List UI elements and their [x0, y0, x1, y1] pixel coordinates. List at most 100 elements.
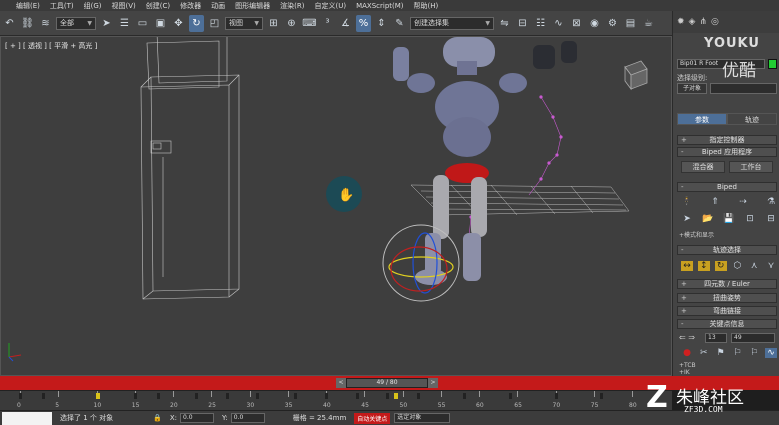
key-tool-4-icon[interactable]: ⚐: [731, 348, 743, 358]
link-icon[interactable]: ⛓: [20, 15, 35, 32]
select-object-icon[interactable]: ➤: [99, 15, 114, 32]
animation-key[interactable]: [294, 393, 298, 399]
mixer-button[interactable]: 混合器: [681, 161, 725, 173]
menu-animation[interactable]: 动画: [211, 1, 225, 11]
animation-key[interactable]: [225, 393, 229, 399]
menu-views[interactable]: 视图(V): [112, 1, 136, 11]
mode-display-toggle[interactable]: +模式和显示: [679, 230, 714, 239]
sub-object-select[interactable]: [710, 83, 777, 94]
snap-icon[interactable]: ³: [320, 15, 335, 32]
menu-edit[interactable]: 编辑(E): [16, 1, 40, 11]
menu-help[interactable]: 帮助(H): [414, 1, 439, 11]
opposite-icon[interactable]: ⋎: [765, 261, 777, 271]
animation-key[interactable]: [416, 393, 420, 399]
motion-tab-icon[interactable]: ◎: [711, 17, 719, 27]
motion-flow-icon[interactable]: ⇢: [737, 197, 749, 207]
animation-key[interactable]: [194, 393, 198, 399]
red-dot-icon[interactable]: ●: [681, 348, 693, 358]
quaternion-euler-rollout[interactable]: + 四元数 / Euler: [677, 279, 777, 289]
menu-tools[interactable]: 工具(T): [50, 1, 74, 11]
render-frame-icon[interactable]: ▤: [623, 15, 638, 32]
x-coord-field[interactable]: 0.0: [180, 413, 215, 423]
animation-key[interactable]: [600, 393, 604, 399]
animation-key[interactable]: [355, 393, 359, 399]
animation-key[interactable]: [554, 393, 558, 399]
named-selection-select[interactable]: 创建选择集 ▼: [410, 16, 494, 30]
parameters-tab[interactable]: 参数: [677, 113, 727, 125]
render-setup-icon[interactable]: ⚙: [605, 15, 620, 32]
percent-snap-icon[interactable]: %: [356, 14, 371, 32]
symmetrical-icon[interactable]: ⋏: [748, 261, 760, 271]
object-color-swatch[interactable]: [768, 59, 777, 69]
material-editor-icon[interactable]: ◉: [587, 15, 602, 32]
menu-rendering[interactable]: 渲染(R): [280, 1, 304, 11]
key-tool-2-icon[interactable]: ✂: [698, 348, 710, 358]
spinner-snap-icon[interactable]: ⇕: [374, 15, 389, 32]
animation-key[interactable]: [133, 393, 137, 399]
animation-key[interactable]: [386, 393, 390, 399]
y-coord-field[interactable]: 0.0: [230, 413, 265, 423]
body-horizontal-icon[interactable]: ↔: [681, 261, 693, 271]
rect-selection-icon[interactable]: ▭: [135, 15, 150, 32]
load-fig-icon[interactable]: ⊡: [744, 214, 756, 224]
animation-key[interactable]: [41, 393, 45, 399]
key-info-rollout[interactable]: - 关键点信息: [677, 319, 777, 329]
align-icon[interactable]: ⊟: [515, 15, 530, 32]
figure-mode-icon[interactable]: 🕴: [681, 197, 693, 207]
trajectories-tab[interactable]: 轨迹: [727, 113, 777, 125]
edit-named-selection-icon[interactable]: ✎: [392, 15, 407, 32]
menu-graph-editors[interactable]: 图形编辑器: [235, 1, 270, 11]
lock-com-icon[interactable]: ⬡: [731, 261, 743, 271]
maxscript-listener-mini[interactable]: [2, 411, 52, 425]
animation-key[interactable]: [393, 393, 398, 399]
bend-links-rollout[interactable]: + 弯曲链接: [677, 306, 777, 316]
save-file-icon[interactable]: 💾: [723, 214, 735, 224]
animation-key[interactable]: [19, 393, 22, 399]
tcb-toggle[interactable]: +TCB: [679, 362, 696, 369]
rotate-icon[interactable]: ↻: [189, 14, 204, 32]
animation-key[interactable]: [325, 393, 328, 399]
time-slider[interactable]: 49 / 80: [346, 378, 428, 388]
bind-spacewarp-icon[interactable]: ≋: [38, 15, 53, 32]
schematic-view-icon[interactable]: ⊠: [569, 15, 584, 32]
move-icon[interactable]: ✥: [171, 15, 186, 32]
keyboard-shortcut-icon[interactable]: ⌨: [302, 15, 317, 32]
hierarchy-tab-icon[interactable]: ⋔: [699, 17, 707, 27]
mirror-icon[interactable]: ⇋: [497, 15, 512, 32]
menu-modifiers[interactable]: 修改器: [180, 1, 201, 11]
save-fig-icon[interactable]: ⊟: [765, 214, 777, 224]
curve-editor-icon[interactable]: ∿: [551, 15, 566, 32]
window-crossing-icon[interactable]: ▣: [153, 15, 168, 32]
undo-icon[interactable]: ↶: [2, 15, 17, 32]
biped-apps-rollout[interactable]: - Biped 应用程序: [677, 147, 777, 157]
menu-customize[interactable]: 自定义(U): [314, 1, 346, 11]
twist-pose-rollout[interactable]: + 扭曲姿势: [677, 293, 777, 303]
select-manipulate-icon[interactable]: ⊕: [284, 15, 299, 32]
set-key-filter-select[interactable]: 选定对象: [394, 413, 451, 423]
render-production-icon[interactable]: ☕: [641, 15, 656, 32]
menu-group[interactable]: 组(G): [84, 1, 102, 11]
next-frame-icon[interactable]: >: [428, 378, 438, 388]
key-frame-field[interactable]: 49: [731, 333, 775, 343]
animation-key[interactable]: [95, 393, 100, 399]
key-tool-3-icon[interactable]: ⚑: [715, 348, 727, 358]
trajectory-icon[interactable]: ∿: [764, 348, 777, 358]
menu-maxscript[interactable]: MAXScript(M): [356, 2, 403, 10]
animation-key[interactable]: [156, 393, 160, 399]
workbench-button[interactable]: 工作台: [729, 161, 773, 173]
track-bar[interactable]: 0 5 10 15 20 25 30 35 40 45 50 55 60 65 70 75 80: [0, 390, 672, 410]
viewport-label[interactable]: [ + ] [ 透视 ] [ 平滑 + 高光 ]: [5, 41, 97, 51]
reference-coord-select[interactable]: 视图 ▼: [225, 16, 263, 30]
perspective-viewport[interactable]: ✋ [ + ] [ 透视 ] [ 平滑 + 高光 ]: [0, 36, 672, 376]
scale-icon[interactable]: ◰: [207, 15, 222, 32]
key-tool-5-icon[interactable]: ⚐: [748, 348, 760, 358]
select-by-name-icon[interactable]: ☰: [117, 15, 132, 32]
create-tab-icon[interactable]: ✹: [677, 17, 685, 27]
footstep-mode-icon[interactable]: ⇑: [709, 197, 721, 207]
key-nav-arrows-icon[interactable]: ⇐ ⇒: [679, 333, 695, 342]
biped-rollout[interactable]: - Biped: [677, 182, 777, 192]
menu-create[interactable]: 创建(C): [146, 1, 170, 11]
animation-key[interactable]: [462, 393, 466, 399]
body-rotation-icon[interactable]: ↻: [714, 261, 727, 271]
lock-selection-icon[interactable]: 🔒: [153, 414, 162, 422]
